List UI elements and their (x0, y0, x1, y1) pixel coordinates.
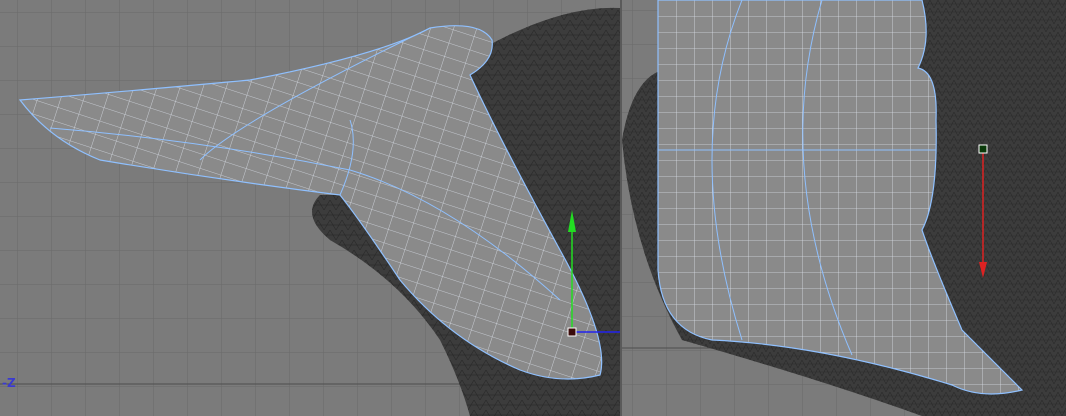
gizmo-pivot-handle[interactable] (567, 327, 577, 337)
viewport-front[interactable] (622, 0, 1066, 416)
gizmo-pivot-handle[interactable] (978, 144, 988, 154)
viewport-side[interactable]: -Z (0, 0, 620, 416)
side-viewport-canvas[interactable] (0, 0, 620, 416)
axis-label: -Z (2, 376, 16, 390)
front-viewport-canvas[interactable] (622, 0, 1066, 416)
